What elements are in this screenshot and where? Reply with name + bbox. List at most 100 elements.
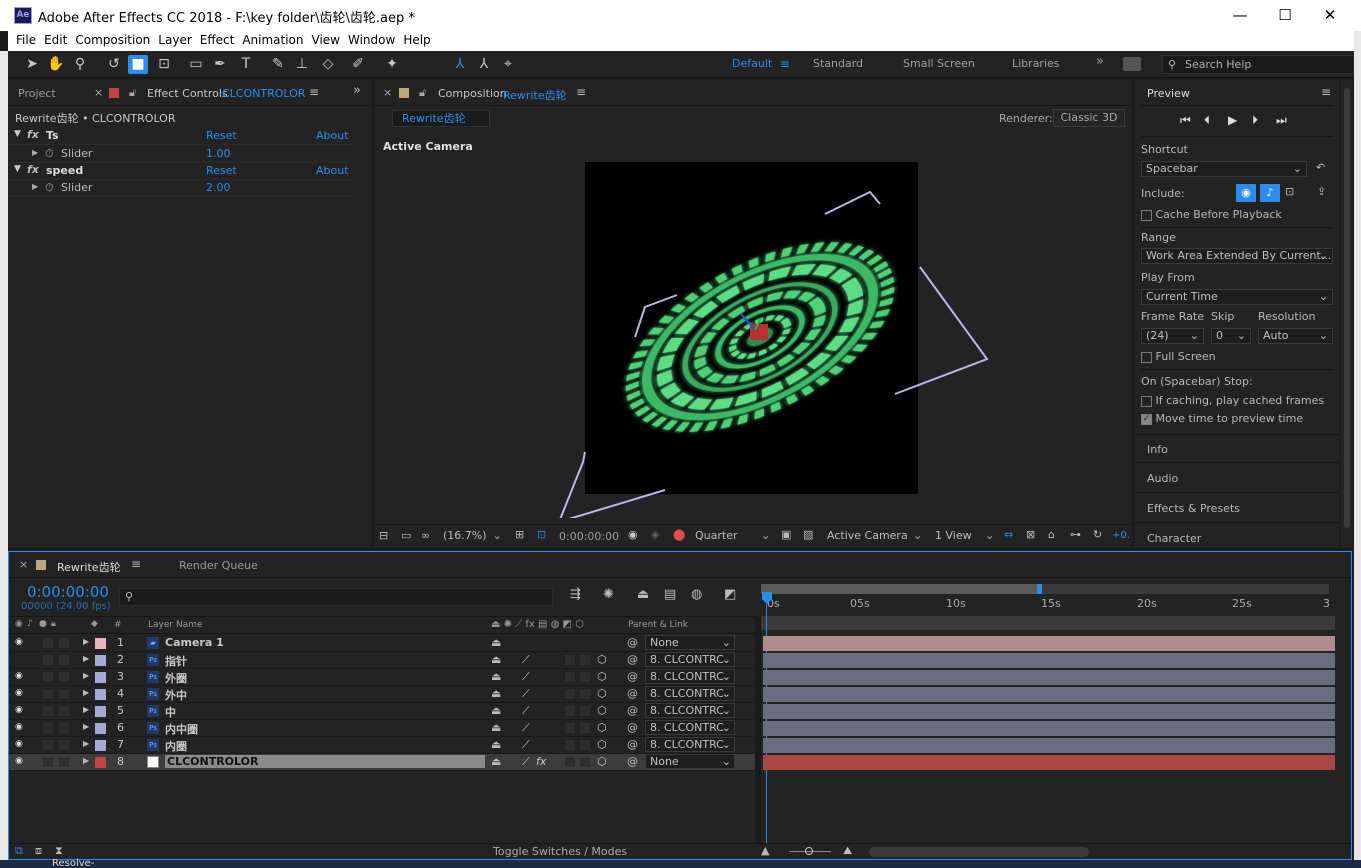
toggle-switches-modes-button[interactable]: Toggle Switches / Modes	[493, 845, 627, 858]
switch-box[interactable]	[565, 723, 575, 733]
switch-box[interactable]	[565, 689, 575, 699]
switch-box[interactable]	[565, 757, 575, 767]
column-parent-link[interactable]: Parent & Link	[628, 620, 688, 630]
fx-switch-icon[interactable]: fx	[536, 755, 546, 768]
lock-icon[interactable]: 🔓︎	[129, 86, 136, 100]
switch-box[interactable]	[565, 672, 575, 682]
export-icon[interactable]: ⇪	[1317, 185, 1326, 198]
solo-checkbox[interactable]	[43, 638, 53, 648]
shy-switch-icon[interactable]: ⏏	[491, 636, 501, 649]
expand-triangle-icon[interactable]: ▶	[83, 654, 89, 663]
solo-checkbox[interactable]	[43, 757, 53, 767]
pick-whip-icon[interactable]: @	[627, 653, 638, 666]
visibility-eye-icon[interactable]: ◉	[15, 756, 23, 766]
view-axis-icon[interactable]: ⌖	[498, 55, 518, 74]
shortcut-dropdown[interactable]: Spacebar ⌄	[1141, 161, 1307, 177]
layer-duration-bar[interactable]	[763, 670, 1335, 685]
skip-dropdown[interactable]: 0 ⌄	[1211, 328, 1251, 344]
work-area-bar[interactable]	[761, 584, 1329, 594]
shy-switch-icon[interactable]: ⏏	[491, 653, 501, 666]
label-color-swatch[interactable]	[95, 740, 106, 751]
shy-switch-icon[interactable]: ⏏	[491, 670, 501, 683]
visibility-eye-icon[interactable]: ◉	[15, 671, 23, 681]
first-frame-icon[interactable]: ⏮	[1180, 113, 1191, 128]
sync-settings-icon[interactable]	[1123, 57, 1141, 71]
close-tab-icon[interactable]: ×	[383, 86, 392, 99]
zoom-tool-icon[interactable]: ⚲	[70, 55, 90, 74]
layer-row[interactable]: ◉ ▶ 7 Ps 内圈 ⏏ ⟋ ⬡ @ 8. CLCONTRC ⌄	[9, 737, 755, 754]
layer-row[interactable]: ◉ ▶ 3 Ps 外圈 ⏏ ⟋ ⬡ @ 8. CLCONTRC ⌄	[9, 669, 755, 686]
reset-shortcut-icon[interactable]: ↶	[1316, 161, 1325, 174]
layer-row[interactable]: ◉ ▶ 1 ▰ Camera 1 ⏏ @ None ⌄	[9, 635, 755, 652]
layer-name[interactable]: 指针	[165, 653, 187, 669]
layer-row[interactable]: ◉ ▶ 5 Ps 中 ⏏ ⟋ ⬡ @ 8. CLCONTRC ⌄	[9, 703, 755, 720]
shy-switch-icon[interactable]: ⏏	[491, 687, 501, 700]
panel-menu-icon[interactable]: ≡	[309, 85, 319, 99]
parent-dropdown[interactable]: 8. CLCONTRC ⌄	[645, 652, 735, 667]
toggle-pixel-aspect-icon[interactable]: ⇔	[1004, 528, 1013, 541]
zoom-in-icon[interactable]: ⛰	[843, 844, 852, 858]
selection-tool-icon[interactable]: ➤	[22, 55, 42, 74]
pick-whip-icon[interactable]: @	[627, 755, 638, 768]
quality-switch-icon[interactable]: ⟋	[522, 721, 530, 735]
layer-name[interactable]: 内圈	[165, 738, 187, 754]
expand-triangle-icon[interactable]: ▶	[83, 756, 89, 765]
label-color-swatch[interactable]	[95, 757, 106, 768]
pick-whip-icon[interactable]: @	[627, 636, 638, 649]
3d-layer-icon[interactable]: ⬡	[597, 687, 607, 700]
video-switch-icon[interactable]: ◉	[15, 619, 23, 629]
hand-tool-icon[interactable]: ✋	[46, 55, 66, 74]
layer-switches-icon[interactable]: ⧉	[15, 844, 23, 858]
resolution-dropdown[interactable]: Auto ⌄	[1258, 328, 1333, 344]
label-color-swatch[interactable]	[95, 706, 106, 717]
3d-layer-icon[interactable]: ⬡	[597, 721, 607, 734]
visibility-eye-icon[interactable]: ◉	[15, 739, 23, 749]
pick-whip-icon[interactable]: @	[627, 704, 638, 717]
lock-checkbox[interactable]	[59, 723, 69, 733]
layer-name[interactable]: 中	[165, 704, 176, 720]
transparency-grid-icon[interactable]: ▨	[803, 528, 813, 541]
in-out-icon[interactable]: ⧗	[55, 844, 63, 858]
tab-timeline-comp[interactable]: Rewrite齿轮	[57, 559, 121, 575]
switch-box[interactable]	[580, 740, 590, 750]
frame-blending-icon[interactable]: ▤	[664, 587, 676, 602]
expand-panels-icon[interactable]: »	[353, 83, 361, 98]
quality-switch-icon[interactable]: ⟋	[522, 738, 530, 752]
about-link[interactable]: About	[316, 164, 349, 177]
zoom-dropdown[interactable]: (16.7%) ⌄	[443, 528, 507, 544]
workspace-default[interactable]: Default	[732, 57, 772, 70]
label-color-swatch[interactable]	[95, 655, 106, 666]
layer-search-input[interactable]: ⚲	[119, 588, 553, 606]
show-snapshot-icon[interactable]: ◈	[651, 528, 659, 541]
solo-switch-icon[interactable]: ●	[39, 619, 47, 629]
rotation-tool-icon[interactable]: ↺	[104, 55, 124, 74]
parent-dropdown[interactable]: 8. CLCONTRC ⌄	[645, 669, 735, 684]
menu-effect[interactable]: Effect	[192, 31, 235, 51]
monitor-icon[interactable]: ▭	[401, 529, 411, 542]
shy-switch-icon[interactable]: ⏏	[491, 738, 501, 751]
label-color-swatch[interactable]	[95, 638, 106, 649]
zoom-out-icon[interactable]: ▲	[761, 844, 769, 857]
type-tool-icon[interactable]: T	[236, 55, 256, 74]
layer-duration-bar[interactable]	[763, 721, 1335, 736]
time-ruler[interactable]: 0s 05s 10s 15s 20s 25s 3	[761, 584, 1330, 616]
layer-row[interactable]: ◉ ▶ 6 Ps 内中圈 ⏏ ⟋ ⬡ @ 8. CLCONTRC ⌄	[9, 720, 755, 737]
switch-box[interactable]	[565, 655, 575, 665]
lock-switch-icon[interactable]: 🔒︎	[51, 619, 56, 629]
expand-triangle-icon[interactable]: ▶	[83, 671, 89, 680]
pick-whip-icon[interactable]: @	[627, 670, 638, 683]
camera-view-dropdown[interactable]: Active Camera ⌄	[827, 528, 925, 544]
close-tab-icon[interactable]: ×	[19, 558, 28, 571]
about-link[interactable]: About	[316, 129, 349, 142]
maximize-button[interactable]: ☐	[1262, 0, 1308, 31]
param-value[interactable]: 1.00	[206, 147, 231, 160]
layer-duration-bar[interactable]	[763, 738, 1335, 753]
renderer-button[interactable]: Classic 3D	[1053, 109, 1125, 127]
layer-duration-bar[interactable]	[763, 755, 1335, 770]
work-area-end-handle[interactable]	[1037, 584, 1042, 594]
channel-icon[interactable]: ⬤	[673, 528, 685, 541]
exposure-value[interactable]: +0.0	[1112, 530, 1130, 541]
parent-dropdown[interactable]: 8. CLCONTRC ⌄	[645, 720, 735, 735]
transfer-controls-icon[interactable]: ⧈	[35, 844, 42, 858]
lock-icon[interactable]: 🔓︎	[419, 86, 426, 100]
